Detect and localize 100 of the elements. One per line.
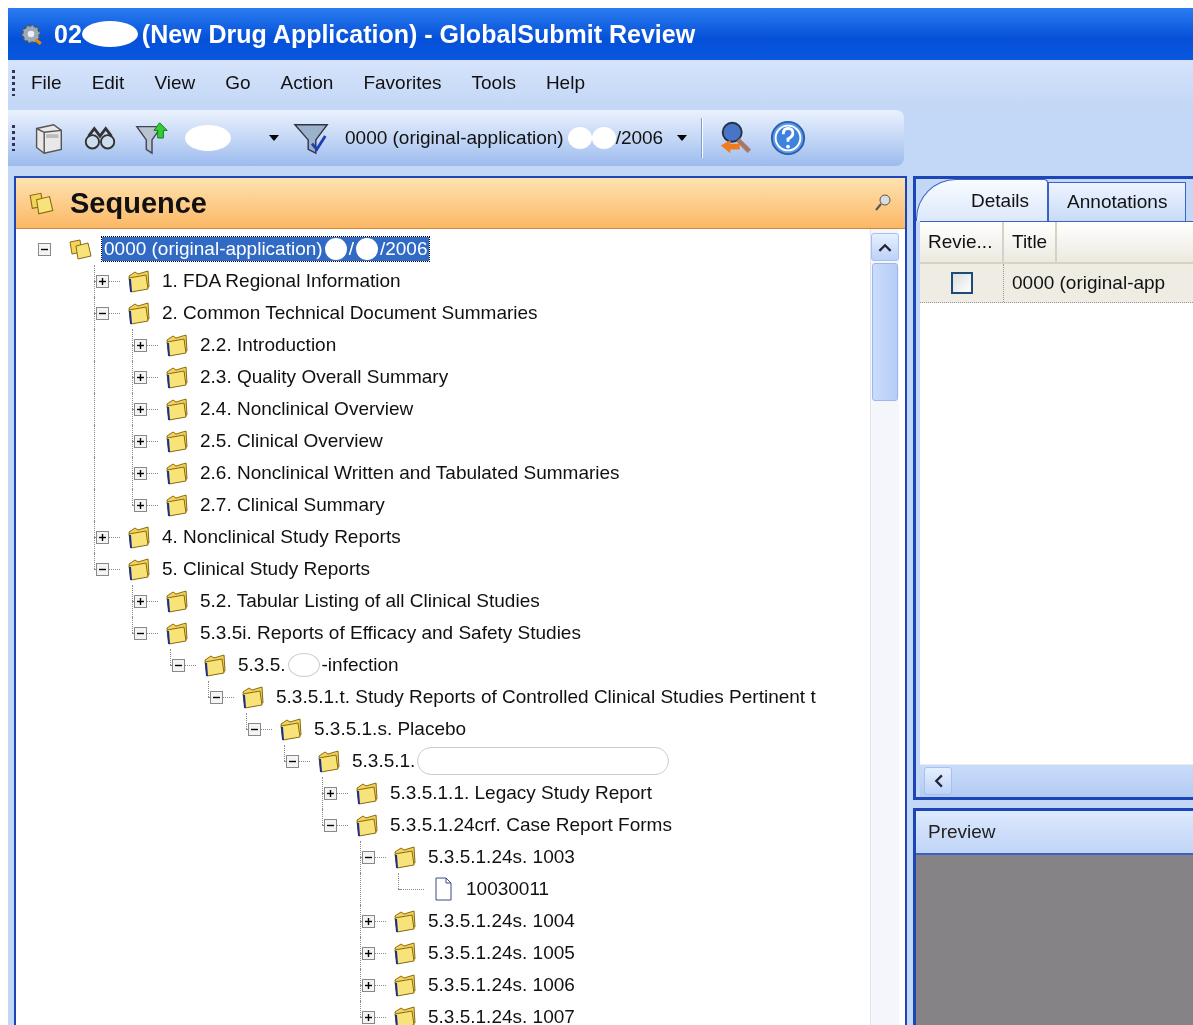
scrollbar[interactable]: [870, 229, 899, 1025]
redaction-mark: [81, 21, 138, 47]
expand-icon[interactable]: [134, 498, 147, 512]
pin-icon[interactable]: [873, 193, 893, 213]
expand-icon[interactable]: [134, 466, 147, 480]
expand-icon[interactable]: [134, 402, 147, 416]
checkbox[interactable]: [950, 272, 973, 294]
tab[interactable]: Annotations: [1048, 182, 1187, 221]
chevron-left-icon: [933, 774, 943, 788]
tree-item[interactable]: 5.3.5.1.s. Placebo: [312, 717, 469, 741]
tree-item[interactable]: 5.3.5.1.24crf. Case Report Forms: [388, 813, 674, 837]
tree-item[interactable]: 5.2. Tabular Listing of all Clinical Studies: [198, 589, 542, 613]
expand-icon[interactable]: [96, 530, 109, 544]
expand-icon[interactable]: [134, 370, 147, 384]
grip-handle[interactable]: [12, 70, 15, 96]
tab[interactable]: Details: [916, 179, 1049, 221]
collapse-icon[interactable]: [286, 754, 299, 768]
folder-icon: [164, 332, 190, 358]
column-header[interactable]: Title: [1004, 222, 1058, 262]
gear-icon: [18, 21, 44, 47]
tree-item[interactable]: 2.5. Clinical Overview: [198, 429, 385, 453]
expand-icon[interactable]: [362, 914, 375, 928]
folder-icon: [164, 460, 190, 486]
sequence-dropdown[interactable]: 0000 (original-application) /2006: [345, 127, 688, 149]
label-text: /2006: [379, 238, 428, 260]
tree-item[interactable]: 5.3.5.1.24s. 1005: [426, 941, 577, 965]
folder-icon: [392, 908, 418, 934]
tree-item[interactable]: 2.2. Introduction: [198, 333, 339, 357]
tree-item[interactable]: 0000 (original-application) / /2006: [102, 237, 430, 261]
label-text: 0000 (original-application): [104, 238, 323, 260]
folder-icon: [164, 492, 190, 518]
collapse-icon[interactable]: [248, 722, 261, 736]
collapse-icon[interactable]: [210, 690, 223, 704]
table-cell-text: 0000 (original-app: [1011, 271, 1167, 295]
scroll-up-button[interactable]: [871, 233, 899, 261]
collapse-icon[interactable]: [96, 306, 109, 320]
tree-item[interactable]: 5.3.5.1.24s. 1004: [426, 909, 577, 933]
tree-item[interactable]: 5.3.5.1.t. Study Reports of Controlled Clinical Studies Pertinent t: [274, 685, 818, 709]
tree-item[interactable]: 2. Common Technical Document Summaries: [160, 301, 540, 325]
expand-icon[interactable]: [362, 1010, 375, 1024]
menu-item[interactable]: View: [154, 72, 196, 94]
tree-item[interactable]: 2.7. Clinical Summary: [198, 493, 387, 517]
folder-icon: [126, 524, 152, 550]
menu-item[interactable]: File: [31, 72, 62, 94]
tree-item[interactable]: 5.3.5.1.1. Legacy Study Report: [388, 781, 654, 805]
tree-item[interactable]: 4. Nonclinical Study Reports: [160, 525, 403, 549]
panel-title: Sequence: [70, 186, 208, 220]
expand-icon[interactable]: [134, 434, 147, 448]
folder-icon: [316, 748, 342, 774]
expand-icon[interactable]: [362, 946, 375, 960]
label-text: -infection: [321, 654, 399, 676]
expand-icon[interactable]: [362, 978, 375, 992]
scrollbar[interactable]: [920, 764, 1193, 797]
redaction-mark: [287, 653, 320, 677]
menu-item[interactable]: Tools: [471, 72, 516, 94]
tree-item[interactable]: 5.3.5.1.: [350, 746, 674, 776]
funnel-icon[interactable]: [133, 119, 171, 157]
tree-item[interactable]: 5. Clinical Study Reports: [160, 557, 373, 581]
collapse-icon[interactable]: [324, 818, 337, 832]
folder-icon: [164, 396, 190, 422]
grip-handle[interactable]: [12, 125, 15, 151]
redaction-mark: [324, 238, 347, 260]
help-icon[interactable]: [769, 119, 808, 157]
expand-icon[interactable]: [134, 338, 147, 352]
menu-item[interactable]: Go: [225, 72, 251, 94]
folder-icon: [126, 300, 152, 326]
menu-item[interactable]: Action: [280, 72, 334, 94]
collapse-icon[interactable]: [96, 562, 109, 576]
tree-item[interactable]: 10030011: [464, 877, 552, 901]
menu-item[interactable]: Edit: [91, 72, 125, 94]
column-header[interactable]: Revie...: [920, 222, 1004, 262]
tree-item[interactable]: 5.3.5. -infection: [236, 652, 401, 678]
menu-item[interactable]: Favorites: [363, 72, 442, 94]
collapse-icon[interactable]: [134, 626, 147, 640]
collapse-icon[interactable]: [38, 242, 51, 256]
panel-title: Preview: [928, 821, 996, 843]
folder-icon: [126, 268, 152, 294]
tree-item[interactable]: 5.3.5i. Reports of Efficacy and Safety Studies: [198, 621, 583, 645]
expand-icon[interactable]: [96, 274, 109, 288]
scroll-left-button[interactable]: [924, 767, 952, 795]
collapse-icon[interactable]: [362, 850, 375, 864]
tree-item[interactable]: 5.3.5.1.24s. 1003: [426, 845, 577, 869]
folder-icon: [164, 364, 190, 390]
tree-item[interactable]: 2.3. Quality Overall Summary: [198, 365, 451, 389]
tree-item[interactable]: 2.6. Nonclinical Written and Tabulated Summaries: [198, 461, 622, 485]
label-text: 02: [54, 19, 82, 49]
menu-item[interactable]: Help: [545, 72, 585, 94]
scroll-thumb[interactable]: [872, 263, 898, 401]
redaction-mark: [185, 125, 231, 151]
folder-icon: [164, 588, 190, 614]
redaction-mark: [567, 127, 592, 149]
table-row[interactable]: 0000 (original-app: [920, 264, 1193, 303]
expand-icon[interactable]: [134, 594, 147, 608]
redaction-mark: [355, 238, 378, 260]
tree-item[interactable]: 5.3.5.1.24s. 1006: [426, 973, 577, 997]
expand-icon[interactable]: [324, 786, 337, 800]
collapse-icon[interactable]: [172, 658, 185, 672]
tree-item[interactable]: 5.3.5.1.24s. 1007: [426, 1005, 577, 1025]
tree-item[interactable]: 1. FDA Regional Information: [160, 269, 403, 293]
tree-item[interactable]: 2.4. Nonclinical Overview: [198, 397, 416, 421]
